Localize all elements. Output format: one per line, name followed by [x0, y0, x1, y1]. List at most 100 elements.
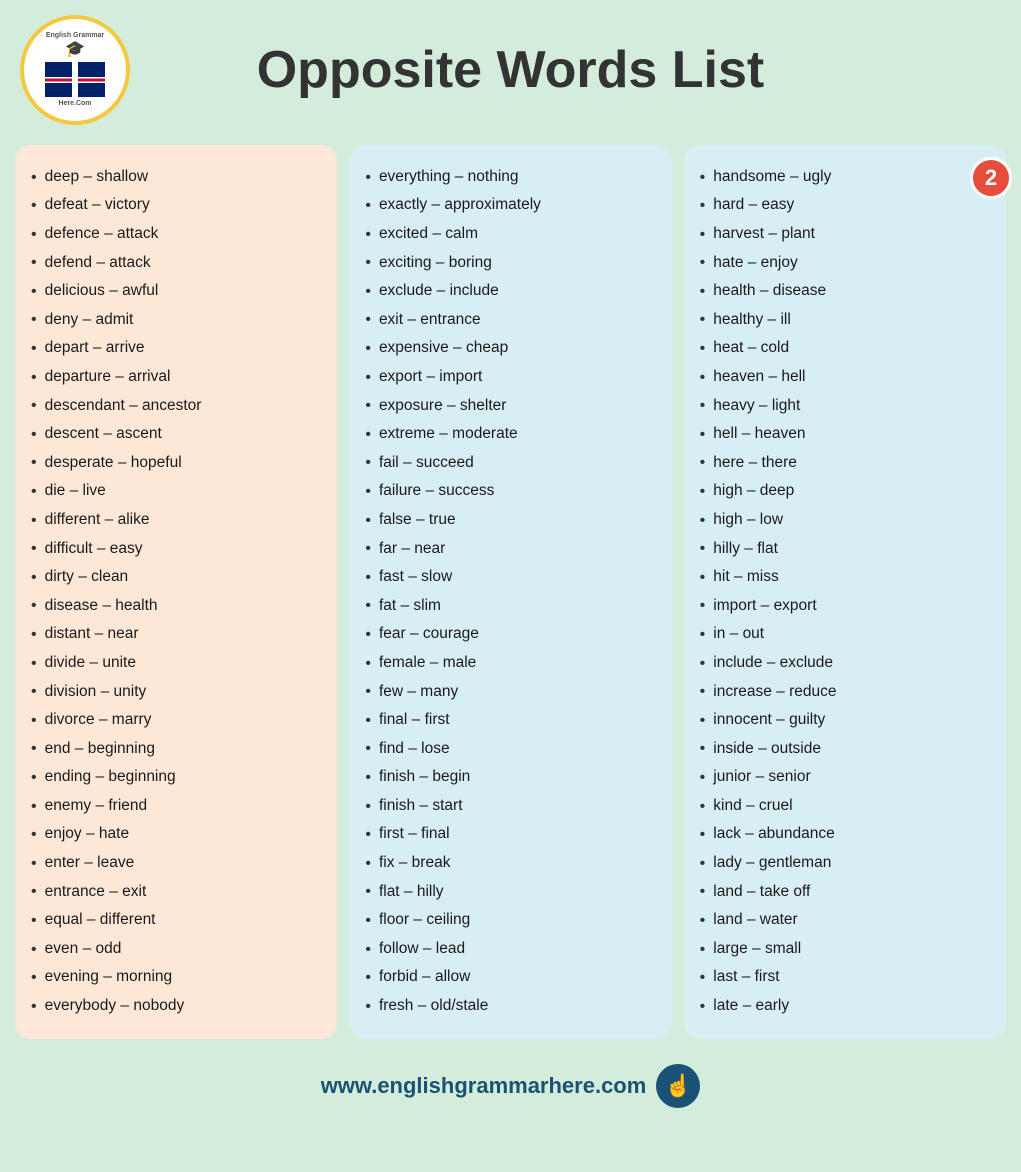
list-item: harvest – plant: [700, 220, 990, 249]
list-item: exposure – shelter: [365, 392, 655, 421]
list-item: excited – calm: [365, 220, 655, 249]
list-item: flat – hilly: [365, 878, 655, 907]
list-item: everybody – nobody: [31, 992, 321, 1021]
list-item: deny – admit: [31, 306, 321, 335]
badge-number: 2: [970, 157, 1012, 199]
list-item: heavy – light: [700, 392, 990, 421]
list-item: hard – easy: [700, 192, 990, 221]
list-item: import – export: [700, 592, 990, 621]
list-item: exactly – approximately: [365, 192, 655, 221]
list-item: hit – miss: [700, 563, 990, 592]
list-item: late – early: [700, 992, 990, 1021]
list-item: everything – nothing: [365, 163, 655, 192]
list-item: finish – start: [365, 792, 655, 821]
list-item: last – first: [700, 964, 990, 993]
list-item: enjoy – hate: [31, 821, 321, 850]
list-item: health – disease: [700, 277, 990, 306]
list-item: dirty – clean: [31, 563, 321, 592]
content-area: deep – shallowdefeat – victorydefence – …: [0, 135, 1021, 1054]
logo-text-bottom: Here.Com: [45, 100, 105, 108]
list-item: desperate – hopeful: [31, 449, 321, 478]
list-item: land – water: [700, 906, 990, 935]
word-list-3: handsome – uglyhard – easyharvest – plan…: [700, 163, 990, 1021]
list-item: enemy – friend: [31, 792, 321, 821]
column-3: 2 handsome – uglyhard – easyharvest – pl…: [684, 145, 1006, 1039]
list-item: exclude – include: [365, 277, 655, 306]
column-1: deep – shallowdefeat – victorydefence – …: [15, 145, 337, 1039]
list-item: here – there: [700, 449, 990, 478]
list-item: distant – near: [31, 621, 321, 650]
list-item: heat – cold: [700, 335, 990, 364]
footer: www.englishgrammarhere.com ☝️: [0, 1054, 1021, 1123]
list-item: enter – leave: [31, 849, 321, 878]
list-item: disease – health: [31, 592, 321, 621]
list-item: junior – senior: [700, 763, 990, 792]
list-item: few – many: [365, 678, 655, 707]
list-item: different – alike: [31, 506, 321, 535]
list-item: division – unity: [31, 678, 321, 707]
list-item: exciting – boring: [365, 249, 655, 278]
list-item: extreme – moderate: [365, 420, 655, 449]
list-item: large – small: [700, 935, 990, 964]
list-item: handsome – ugly: [700, 163, 990, 192]
list-item: defend – attack: [31, 249, 321, 278]
list-item: floor – ceiling: [365, 906, 655, 935]
list-item: heaven – hell: [700, 363, 990, 392]
list-item: delicious – awful: [31, 277, 321, 306]
list-item: fat – slim: [365, 592, 655, 621]
list-item: defence – attack: [31, 220, 321, 249]
hand-icon: ☝️: [656, 1064, 700, 1108]
list-item: fresh – old/stale: [365, 992, 655, 1021]
list-item: hell – heaven: [700, 420, 990, 449]
logo-hat: 🎓: [45, 40, 105, 59]
list-item: include – exclude: [700, 649, 990, 678]
logo-flag: [45, 62, 105, 97]
list-item: fear – courage: [365, 621, 655, 650]
list-item: divide – unite: [31, 649, 321, 678]
list-item: export – import: [365, 363, 655, 392]
list-item: hate – enjoy: [700, 249, 990, 278]
list-item: lady – gentleman: [700, 849, 990, 878]
list-item: final – first: [365, 706, 655, 735]
list-item: lack – abundance: [700, 821, 990, 850]
list-item: difficult – easy: [31, 535, 321, 564]
list-item: deep – shallow: [31, 163, 321, 192]
list-item: increase – reduce: [700, 678, 990, 707]
list-item: fix – break: [365, 849, 655, 878]
list-item: finish – begin: [365, 763, 655, 792]
list-item: find – lose: [365, 735, 655, 764]
list-item: descendant – ancestor: [31, 392, 321, 421]
list-item: high – low: [700, 506, 990, 535]
list-item: evening – morning: [31, 964, 321, 993]
list-item: failure – success: [365, 478, 655, 507]
column-2: everything – nothingexactly – approximat…: [349, 145, 671, 1039]
list-item: fail – succeed: [365, 449, 655, 478]
word-list-2: everything – nothingexactly – approximat…: [365, 163, 655, 1021]
list-item: follow – lead: [365, 935, 655, 964]
list-item: innocent – guilty: [700, 706, 990, 735]
list-item: inside – outside: [700, 735, 990, 764]
list-item: forbid – allow: [365, 964, 655, 993]
list-item: high – deep: [700, 478, 990, 507]
list-item: female – male: [365, 649, 655, 678]
list-item: even – odd: [31, 935, 321, 964]
list-item: exit – entrance: [365, 306, 655, 335]
word-list-1: deep – shallowdefeat – victorydefence – …: [31, 163, 321, 1021]
list-item: land – take off: [700, 878, 990, 907]
list-item: ending – beginning: [31, 763, 321, 792]
list-item: descent – ascent: [31, 420, 321, 449]
list-item: in – out: [700, 621, 990, 650]
footer-url[interactable]: www.englishgrammarhere.com: [321, 1073, 647, 1099]
list-item: false – true: [365, 506, 655, 535]
list-item: far – near: [365, 535, 655, 564]
list-item: equal – different: [31, 906, 321, 935]
list-item: expensive – cheap: [365, 335, 655, 364]
list-item: end – beginning: [31, 735, 321, 764]
logo-text-top: English Grammar: [45, 32, 105, 40]
list-item: kind – cruel: [700, 792, 990, 821]
list-item: die – live: [31, 478, 321, 507]
list-item: depart – arrive: [31, 335, 321, 364]
header: English Grammar 🎓 Here.Com Opposite Word…: [0, 0, 1021, 135]
list-item: fast – slow: [365, 563, 655, 592]
list-item: hilly – flat: [700, 535, 990, 564]
